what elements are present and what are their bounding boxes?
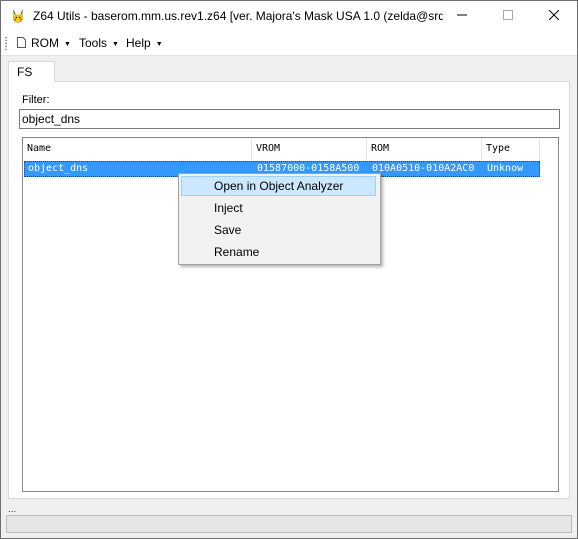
- list-header: Name VROM ROM Type: [23, 138, 558, 160]
- close-button[interactable]: [531, 1, 577, 31]
- column-header-rom[interactable]: ROM: [367, 138, 482, 160]
- filter-label: Filter:: [22, 94, 50, 106]
- chevron-down-icon: ▼: [112, 41, 119, 48]
- ctx-open-in-object-analyzer[interactable]: Open in Object Analyzer: [181, 176, 376, 196]
- context-menu: Open in Object Analyzer Inject Save Rena…: [178, 173, 381, 265]
- ctx-inject[interactable]: Inject: [181, 198, 376, 218]
- chevron-down-icon: ▼: [64, 41, 71, 48]
- tab-fs[interactable]: FS: [8, 61, 55, 82]
- menu-grip[interactable]: [5, 36, 7, 51]
- menu-rom[interactable]: ROM ▼: [13, 34, 75, 52]
- menu-tools-label: Tools: [79, 36, 108, 50]
- progress-bar: [6, 515, 572, 533]
- menu-tools[interactable]: Tools ▼: [75, 34, 123, 52]
- row-rom: 010A0510-010A2AC0: [372, 163, 475, 174]
- status-text: ...: [8, 504, 17, 515]
- chevron-down-icon: ▼: [155, 41, 163, 48]
- minimize-icon: [457, 9, 467, 23]
- close-icon: [548, 9, 560, 23]
- column-header-vrom[interactable]: VROM: [252, 138, 367, 160]
- file-icon: [17, 35, 26, 48]
- main-window: Z64 Utils - baserom.mm.us.rev1.z64 [ver.…: [0, 0, 578, 539]
- row-type: Unknow: [487, 163, 524, 174]
- menu-rom-label: ROM: [31, 36, 59, 50]
- menu-help-label: Help: [126, 36, 151, 50]
- column-header-type[interactable]: Type: [482, 138, 540, 160]
- ctx-rename[interactable]: Rename: [181, 242, 376, 262]
- tab-fs-label: FS: [17, 65, 33, 79]
- filter-input[interactable]: [19, 109, 560, 129]
- maximize-icon: [503, 9, 513, 23]
- pikachu-icon: [10, 8, 26, 24]
- column-header-name[interactable]: Name: [23, 138, 252, 160]
- menu-bar: ROM ▼ Tools ▼ Help ▼: [1, 31, 577, 56]
- window-title: Z64 Utils - baserom.mm.us.rev1.z64 [ver.…: [33, 9, 443, 23]
- ctx-save[interactable]: Save: [181, 220, 376, 240]
- title-bar[interactable]: Z64 Utils - baserom.mm.us.rev1.z64 [ver.…: [1, 1, 577, 31]
- minimize-button[interactable]: [439, 1, 485, 31]
- menu-help[interactable]: Help ▼: [122, 34, 167, 52]
- maximize-button[interactable]: [485, 1, 531, 31]
